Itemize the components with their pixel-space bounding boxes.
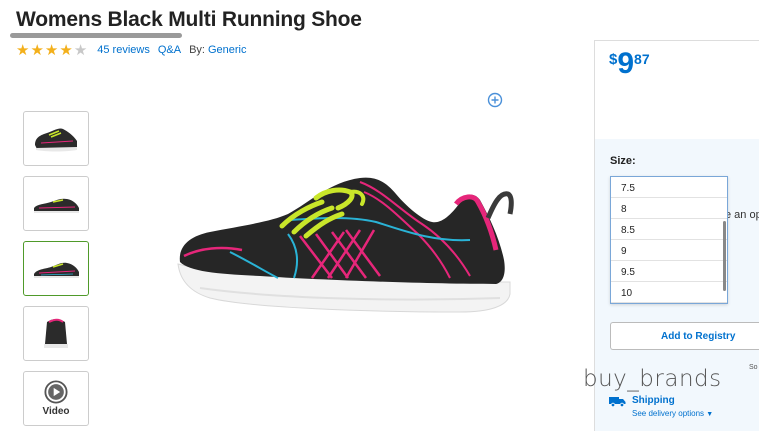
size-option[interactable]: 10: [611, 282, 727, 303]
partial-text: So: [749, 364, 758, 371]
product-main-image[interactable]: [170, 170, 520, 340]
price: $987: [609, 47, 650, 81]
size-option[interactable]: 8.5: [611, 219, 727, 240]
rating-stars[interactable]: ★ ★ ★ ★ ★: [16, 40, 88, 59]
product-title: Womens Black Multi Running Shoe: [16, 8, 362, 31]
star-icon: ★: [30, 40, 44, 59]
truck-icon: [609, 397, 626, 407]
play-icon: [44, 380, 68, 404]
product-meta: ★ ★ ★ ★ ★ 45 reviews Q&A By: Generic: [16, 42, 255, 58]
delivery-options-label: See delivery options: [632, 409, 705, 418]
price-block: $987: [595, 41, 759, 139]
shipping-title: Shipping: [632, 395, 675, 406]
size-option[interactable]: 9: [611, 240, 727, 261]
size-option[interactable]: 8: [611, 198, 727, 219]
thumbnail-video[interactable]: Video: [23, 371, 89, 426]
star-icon: ★: [44, 40, 59, 59]
thumbnail-side-angle[interactable]: [23, 111, 89, 166]
size-label: Size:: [610, 155, 636, 167]
thumbnail-gallery: Video: [23, 111, 91, 431]
price-currency: $: [609, 51, 618, 68]
thumbnail-side[interactable]: [23, 176, 89, 231]
by-label: By:: [189, 44, 205, 56]
price-cents: 87: [634, 51, 650, 67]
price-dollars: 9: [617, 47, 635, 80]
reviews-link[interactable]: 45 reviews: [97, 44, 150, 56]
shoe-thumbnail-image: [34, 262, 79, 278]
size-option[interactable]: 7.5: [611, 177, 727, 198]
thumbnail-profile-selected[interactable]: [23, 241, 89, 296]
shoe-thumbnail-image: [35, 127, 77, 151]
video-label: Video: [42, 406, 70, 417]
qa-link[interactable]: Q&A: [158, 44, 181, 56]
brand-link[interactable]: Generic: [208, 44, 247, 56]
chevron-down-icon: ▼: [706, 411, 714, 418]
size-option[interactable]: 9.5: [611, 261, 727, 282]
thumbnail-back[interactable]: [23, 306, 89, 361]
zoom-in-icon[interactable]: [487, 92, 503, 108]
dropdown-scrollbar[interactable]: [723, 221, 726, 291]
shoe-thumbnail-image: [44, 318, 68, 348]
size-dropdown-list[interactable]: 7.5 8 8.5 9 9.5 10: [610, 176, 728, 304]
add-to-registry-button[interactable]: Add to Registry: [610, 322, 759, 350]
title-underline: [10, 33, 182, 38]
delivery-options-link[interactable]: See delivery options ▼: [632, 409, 713, 418]
shoe-thumbnail-image: [34, 198, 79, 213]
star-empty-icon: ★: [73, 40, 88, 59]
star-icon: ★: [16, 40, 30, 59]
watermark: buy_brands: [583, 366, 722, 392]
partially-hidden-text: e an op: [725, 209, 759, 221]
star-icon: ★: [59, 40, 73, 59]
